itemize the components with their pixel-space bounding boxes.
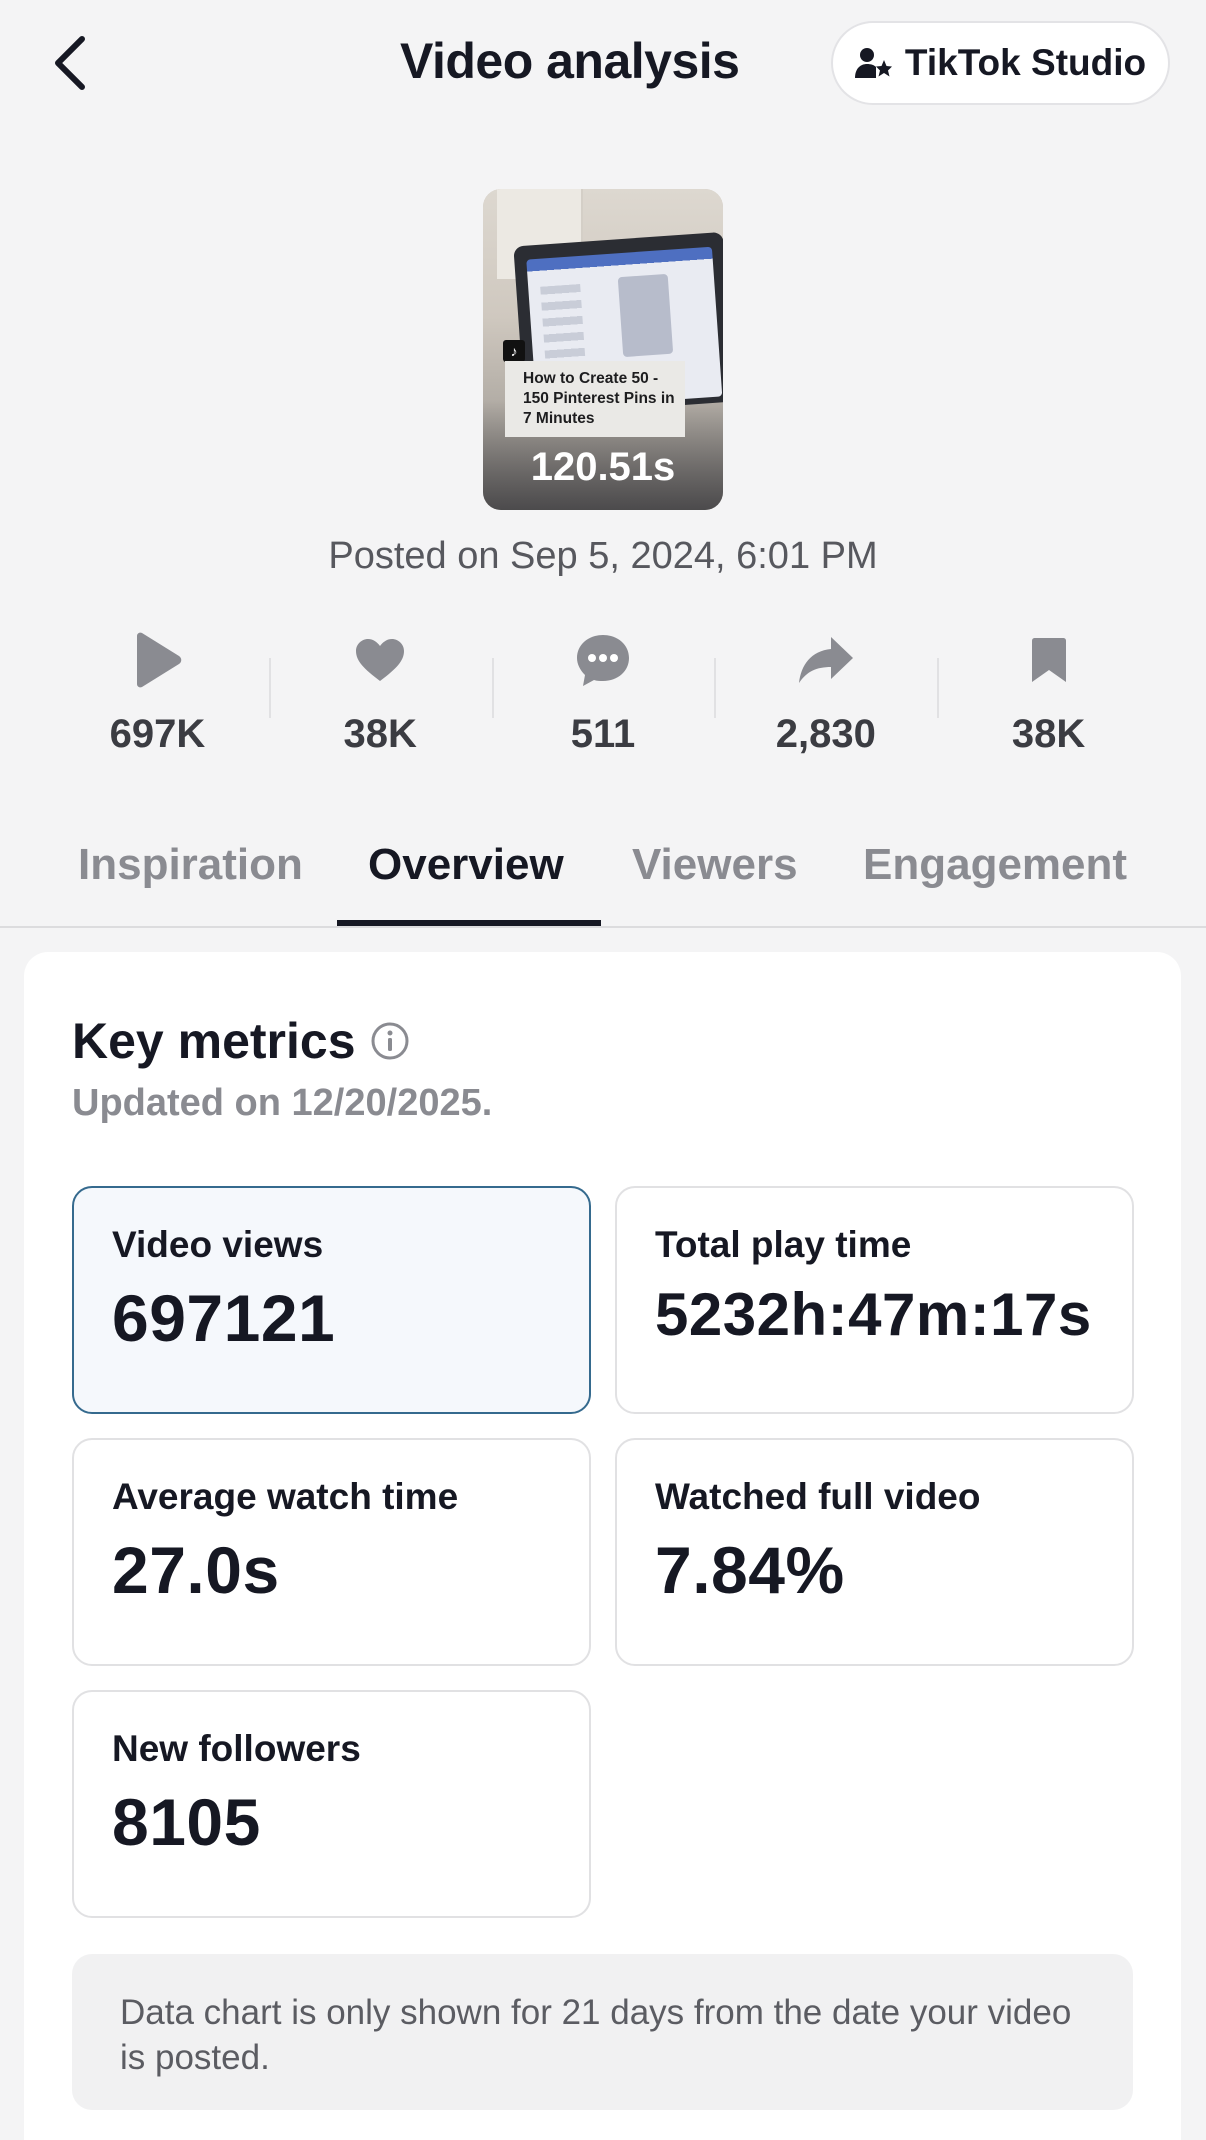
play-icon [127,630,187,690]
back-button[interactable] [40,30,100,96]
stat-value: 38K [343,712,417,756]
creator-star-icon [854,48,892,78]
chevron-left-icon [55,36,85,90]
stat-value: 2,830 [775,712,876,756]
metric-card-average-watch-time[interactable]: Average watch time 27.0s [72,1438,591,1666]
tiktok-studio-label: TikTok Studio [904,42,1147,83]
metric-label: Video views [112,1224,324,1265]
stat-views: 697K [46,630,269,770]
engagement-stats: 697K 38K 511 2,830 38K [46,630,1160,770]
stat-comments: 511 [491,630,715,770]
video-thumbnail[interactable]: ♪ How to Create 50 - 150 Pinterest Pins … [483,189,723,510]
stat-likes: 38K [268,630,492,770]
comment-icon [573,630,633,690]
tiktok-logo-icon: ♪ [503,340,525,362]
key-metrics-title: Key metrics [72,1013,356,1069]
heart-icon [350,630,410,690]
stat-value: 697K [109,712,206,756]
page-title: Video analysis [400,33,740,89]
tab-viewers[interactable]: Viewers [632,840,798,890]
thumbnail-caption: How to Create 50 - 150 Pinterest Pins in… [505,361,685,437]
stat-saves: 38K [937,630,1160,770]
tab-overview[interactable]: Overview [368,840,564,890]
metric-card-new-followers[interactable]: New followers 8105 [72,1690,591,1918]
metric-label: Watched full video [655,1476,981,1517]
metric-value: 697121 [112,1281,336,1355]
tab-inspiration[interactable]: Inspiration [78,840,303,890]
metric-value: 5232h:47m:17s [655,1281,1092,1348]
info-icon[interactable] [370,1021,410,1061]
metric-label: Average watch time [112,1476,459,1517]
metric-value: 8105 [112,1785,261,1859]
tab-bar: Inspiration Overview Viewers Engagement [0,800,1206,928]
data-chart-notice: Data chart is only shown for 21 days fro… [72,1954,1133,2110]
metrics-updated-date: Updated on 12/20/2025. [72,1082,493,1124]
key-metrics-card: Key metrics Updated on 12/20/2025. Video… [24,952,1181,2140]
key-metrics-heading: Key metrics [72,1012,410,1070]
metric-card-watched-full-video[interactable]: Watched full video 7.84% [615,1438,1134,1666]
tiktok-studio-button[interactable]: TikTok Studio [831,21,1170,105]
bookmark-icon [1019,630,1079,690]
header: Video analysis TikTok Studio [0,0,1206,130]
video-duration: 120.51s [530,445,676,489]
stat-value: 38K [1011,712,1086,756]
metric-label: Total play time [655,1224,912,1265]
stat-value: 511 [570,712,636,756]
posted-date: Posted on Sep 5, 2024, 6:01 PM [328,535,878,577]
stat-shares: 2,830 [714,630,937,770]
metric-value: 7.84% [655,1533,845,1607]
metric-value: 27.0s [112,1533,280,1607]
metric-card-video-views[interactable]: Video views 697121 [72,1186,591,1414]
metric-card-total-play-time[interactable]: Total play time 5232h:47m:17s [615,1186,1134,1414]
active-tab-indicator [337,920,601,926]
share-icon [796,630,856,690]
tab-engagement[interactable]: Engagement [863,840,1127,890]
metric-label: New followers [112,1728,361,1769]
